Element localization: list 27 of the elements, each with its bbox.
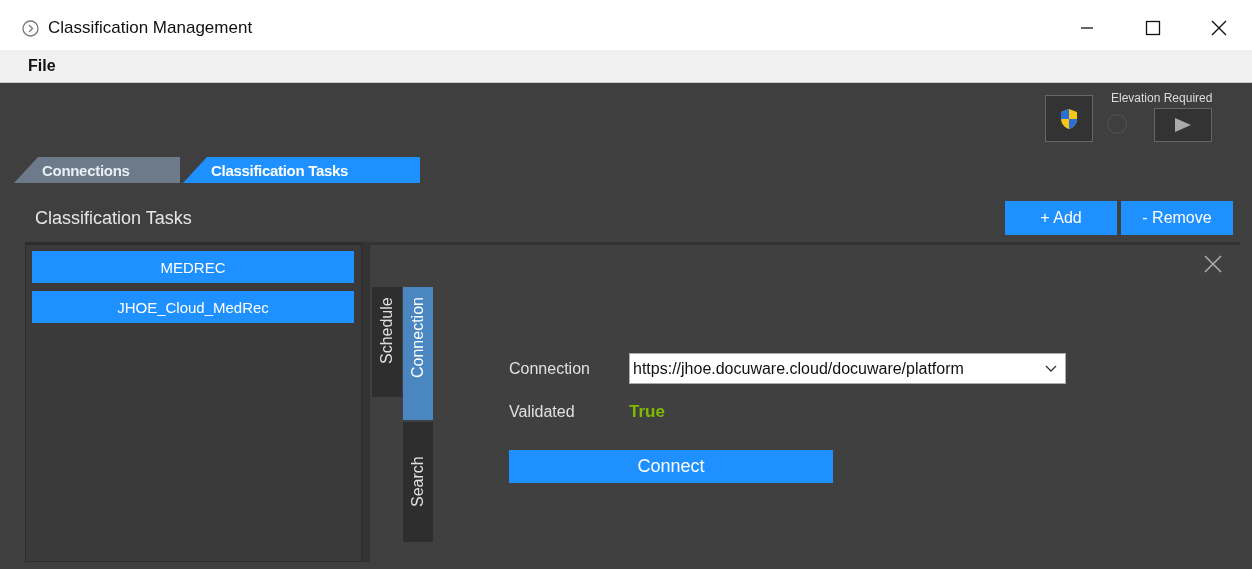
remove-button[interactable]: - Remove — [1121, 201, 1233, 235]
minimize-icon — [1080, 27, 1094, 29]
maximize-icon — [1145, 20, 1161, 36]
chevron-circle-icon[interactable] — [22, 19, 39, 37]
field-label: Connection — [509, 359, 591, 378]
tab[interactable]: Connections — [14, 157, 180, 183]
vertical-tab[interactable]: Schedule — [372, 287, 402, 397]
elevation-label: Elevation Required — [1111, 91, 1213, 105]
play-icon — [1174, 117, 1192, 133]
vertical-tab[interactable]: Connection — [403, 287, 433, 420]
menu-item[interactable]: File — [28, 57, 56, 75]
shield-icon — [1059, 107, 1079, 130]
connection-dropdown[interactable]: https://jhoe.docuware.cloud/docuware/platform — [629, 353, 1066, 384]
connect-button[interactable]: Connect — [509, 450, 833, 483]
field-label: Validated — [509, 403, 576, 421]
vertical-tab[interactable]: Search — [403, 422, 433, 542]
window-title: Classification Management — [48, 18, 253, 38]
close-icon — [1210, 19, 1228, 37]
section-title: Classification Tasks — [35, 207, 192, 229]
shield-button[interactable] — [1045, 95, 1093, 142]
validated-value: True — [629, 402, 666, 422]
task-item[interactable]: MEDREC — [32, 251, 354, 283]
play-button[interactable] — [1154, 108, 1212, 142]
task-item[interactable]: JHOE_Cloud_MedRec — [32, 291, 354, 323]
tab[interactable]: Classification Tasks — [183, 157, 420, 183]
chevron-down-icon — [1045, 364, 1057, 373]
add-button[interactable]: + Add — [1005, 201, 1117, 235]
